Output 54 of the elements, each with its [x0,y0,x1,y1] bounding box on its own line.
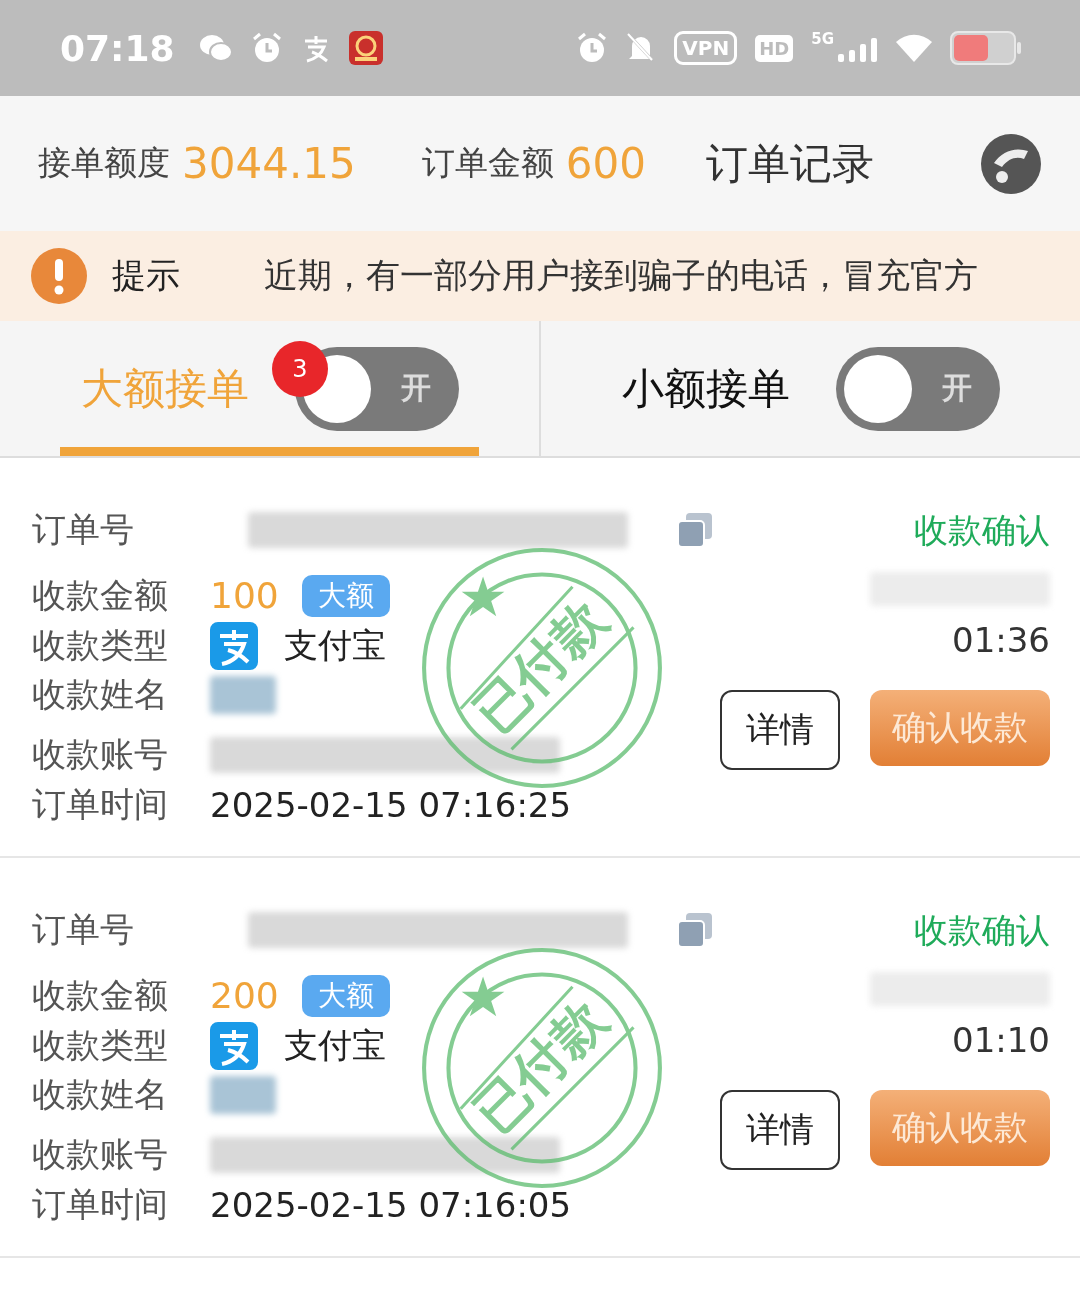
confirm-payment-button[interactable]: 确认收款 [870,690,1050,766]
order-status: 收款确认 [914,909,1050,952]
details-button[interactable]: 详情 [720,1090,840,1170]
field-label: 收款姓名 [32,1073,169,1117]
field-label: 订单时间 [32,1183,169,1227]
tab[interactable]: 大额接单 [80,360,249,417]
field-label: 收款金额 [32,573,169,617]
field-label: 收款账号 [32,1133,169,1177]
amount-value: 100 [210,575,280,617]
amount-tag: 大额 [302,974,390,1017]
alarm-icon [576,32,609,64]
alipay-icon [210,1021,258,1070]
clock-time: 07:18 [60,27,175,69]
tab[interactable]: 小额接单 [621,360,790,417]
chat-icon [198,33,233,63]
field-label: 收款姓名 [32,673,169,717]
amount-value: 200 [210,975,280,1017]
field-label: 收款类型 [32,1023,169,1067]
blurred-value [210,1076,276,1115]
amount-tag: 大额 [302,574,390,617]
paid-stamp: 已付款 [420,546,664,790]
field-label: 订单号 [32,508,135,552]
toggle-switch[interactable]: 开 [835,346,1000,431]
notice-text: 近期，有一部分用户接到骗子的电话，冒充官方 [264,254,978,297]
confirm-payment-button[interactable]: 确认收款 [870,1090,1050,1166]
payment-type: 支付宝 [284,1023,386,1067]
quota-label: 接单额度 [38,142,170,184]
order-amount-value: 600 [565,139,646,188]
alarm-icon [250,32,283,64]
vpn-indicator: VPN [674,31,738,65]
field-label: 收款金额 [32,973,169,1017]
field-label: 收款类型 [32,623,169,667]
details-button[interactable]: 详情 [720,690,840,770]
notice-label: 提示 [112,254,180,297]
field-label: 收款账号 [32,733,169,777]
order-records-link[interactable]: 订单记录 [705,135,874,192]
alipay-icon [210,621,258,670]
payment-type: 支付宝 [284,623,386,667]
battery-icon [950,31,1022,65]
field-label: 订单号 [32,908,135,952]
blurred-value [210,676,276,715]
network-type: 5G [811,30,834,48]
countdown: 01:36 [952,620,1050,660]
app-icon [348,31,383,65]
quota-value: 3044.15 [182,139,356,188]
count-badge: 3 [272,341,328,397]
order-status: 收款确认 [914,509,1050,552]
hd-indicator: HD [755,34,794,62]
warning-icon [30,247,88,305]
order-amount-label: 订单金额 [421,142,554,184]
paid-stamp: 已付款 [420,946,664,1190]
field-label: 订单时间 [32,783,169,827]
countdown: 01:10 [952,1020,1050,1060]
wifi-icon [896,34,932,62]
